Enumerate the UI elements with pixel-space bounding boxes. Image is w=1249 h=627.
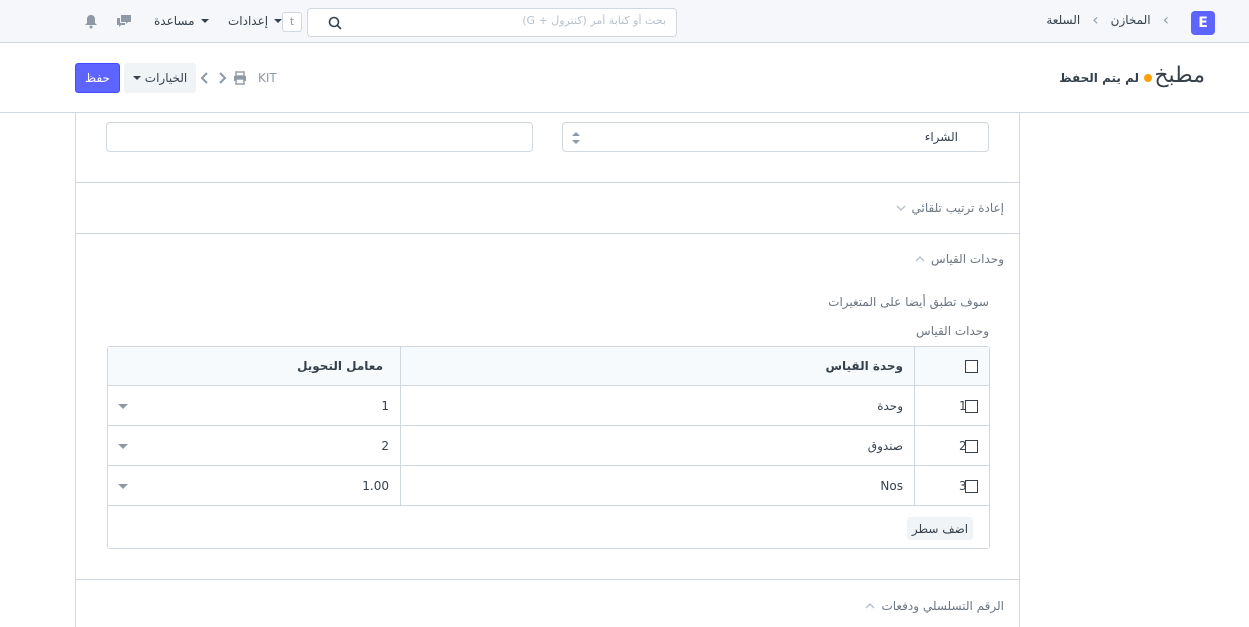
- column-divider: [400, 426, 401, 465]
- app-logo[interactable]: E: [1191, 11, 1215, 35]
- breadcrumb: › المخازن › السلعة: [1046, 10, 1169, 29]
- caret-down-icon: [200, 19, 209, 23]
- chevron-up-icon: [915, 255, 925, 262]
- factor-cell[interactable]: 1.00: [362, 479, 389, 493]
- row-index: 1: [959, 399, 967, 413]
- table-row[interactable]: 3 Nos 1.00: [108, 466, 989, 506]
- variants-note: سوف تطبق أيضا على المتغيرات: [828, 295, 989, 309]
- column-divider: [914, 347, 915, 385]
- search-input[interactable]: [346, 14, 666, 27]
- save-button[interactable]: حفظ: [75, 63, 120, 93]
- row-menu-icon[interactable]: [118, 404, 128, 409]
- row-checkbox[interactable]: [965, 440, 978, 453]
- column-divider: [914, 386, 915, 425]
- factor-cell[interactable]: 1: [381, 399, 389, 413]
- row-menu-icon[interactable]: [118, 484, 128, 489]
- column-header-factor: معامل التحويل: [297, 359, 383, 373]
- settings-dropdown[interactable]: إعدادات: [228, 14, 283, 28]
- section-serial-batch[interactable]: الرقم التسلسلي ودفعات: [865, 599, 1004, 613]
- chat-icon[interactable]: [116, 13, 132, 29]
- row-index: 2: [959, 439, 967, 453]
- section-title: وحدات القياس: [931, 252, 1004, 266]
- search-icon[interactable]: [328, 16, 342, 30]
- navbar: E › المخازن › السلعة t إعدادات مساعدة: [0, 0, 1249, 43]
- next-doc-icon[interactable]: [215, 71, 229, 85]
- caret-down-icon: [274, 19, 283, 23]
- section-divider: [76, 579, 1019, 580]
- column-divider: [400, 347, 401, 385]
- section-title: إعادة ترتيب تلقائي: [911, 201, 1005, 215]
- chevron-right-icon: ›: [1092, 10, 1099, 29]
- uom-table-label: وحدات القياس: [916, 324, 989, 338]
- section-uom[interactable]: وحدات القياس: [915, 252, 1004, 266]
- status-indicator: لم يتم الحفظ: [1059, 71, 1139, 85]
- add-row-button[interactable]: اضف سطر: [907, 517, 973, 540]
- caret-down-icon: [132, 76, 141, 80]
- settings-label: إعدادات: [228, 14, 269, 28]
- section-auto-reorder[interactable]: إعادة ترتيب تلقائي: [895, 201, 1005, 215]
- column-divider: [400, 466, 401, 505]
- row-index: 3: [959, 479, 967, 493]
- column-divider: [400, 386, 401, 425]
- row-menu-icon[interactable]: [118, 444, 128, 449]
- table-row[interactable]: 1 وحدة 1: [108, 386, 989, 426]
- row-checkbox[interactable]: [965, 480, 978, 493]
- uom-table: وحدة القياس معامل التحويل 1 وحدة 1 2 صند…: [107, 346, 990, 549]
- uom-cell[interactable]: Nos: [880, 479, 903, 493]
- column-divider: [914, 466, 915, 505]
- previous-doc-icon[interactable]: [198, 71, 212, 85]
- table-footer: اضف سطر: [108, 507, 989, 548]
- page-title: مطبخ: [1154, 63, 1205, 88]
- select-all-checkbox[interactable]: [965, 360, 978, 373]
- breadcrumb-stock[interactable]: المخازن: [1111, 13, 1151, 27]
- purchase-select[interactable]: الشراء: [562, 122, 989, 152]
- options-label: الخيارات: [144, 71, 188, 85]
- section-divider: [76, 233, 1019, 234]
- bell-icon[interactable]: [83, 13, 99, 29]
- help-dropdown[interactable]: مساعدة: [154, 14, 209, 28]
- chevron-down-icon: [895, 205, 906, 212]
- options-button[interactable]: الخيارات: [124, 63, 196, 93]
- page-head: مطبخ لم يتم الحفظ حفظ الخيارات KIT: [0, 43, 1249, 113]
- breadcrumb-item[interactable]: السلعة: [1046, 13, 1080, 27]
- chevron-right-icon: ›: [1162, 10, 1169, 29]
- factor-cell[interactable]: 2: [381, 439, 389, 453]
- doc-name: KIT: [258, 71, 277, 85]
- table-header: وحدة القياس معامل التحويل: [108, 347, 989, 386]
- section-divider: [76, 182, 1019, 183]
- column-divider: [914, 426, 915, 465]
- row-checkbox[interactable]: [965, 400, 978, 413]
- help-label: مساعدة: [154, 14, 195, 28]
- section-title: الرقم التسلسلي ودفعات: [881, 599, 1004, 613]
- uom-cell[interactable]: وحدة: [877, 399, 903, 413]
- uom-cell[interactable]: صندوق: [868, 439, 903, 453]
- select-value: الشراء: [924, 130, 958, 144]
- select-arrows-icon: [572, 132, 580, 144]
- column-header-uom: وحدة القياس: [825, 359, 903, 373]
- chevron-up-icon: [865, 602, 875, 609]
- print-icon[interactable]: [233, 71, 247, 85]
- form-layout: الشراء إعادة ترتيب تلقائي وحدات القياس س…: [75, 113, 1020, 627]
- shortcut-key: t: [282, 12, 302, 32]
- unsaved-indicator: [1144, 74, 1152, 82]
- text-field[interactable]: [106, 122, 533, 152]
- search-box[interactable]: [307, 8, 677, 37]
- table-row[interactable]: 2 صندوق 2: [108, 426, 989, 466]
